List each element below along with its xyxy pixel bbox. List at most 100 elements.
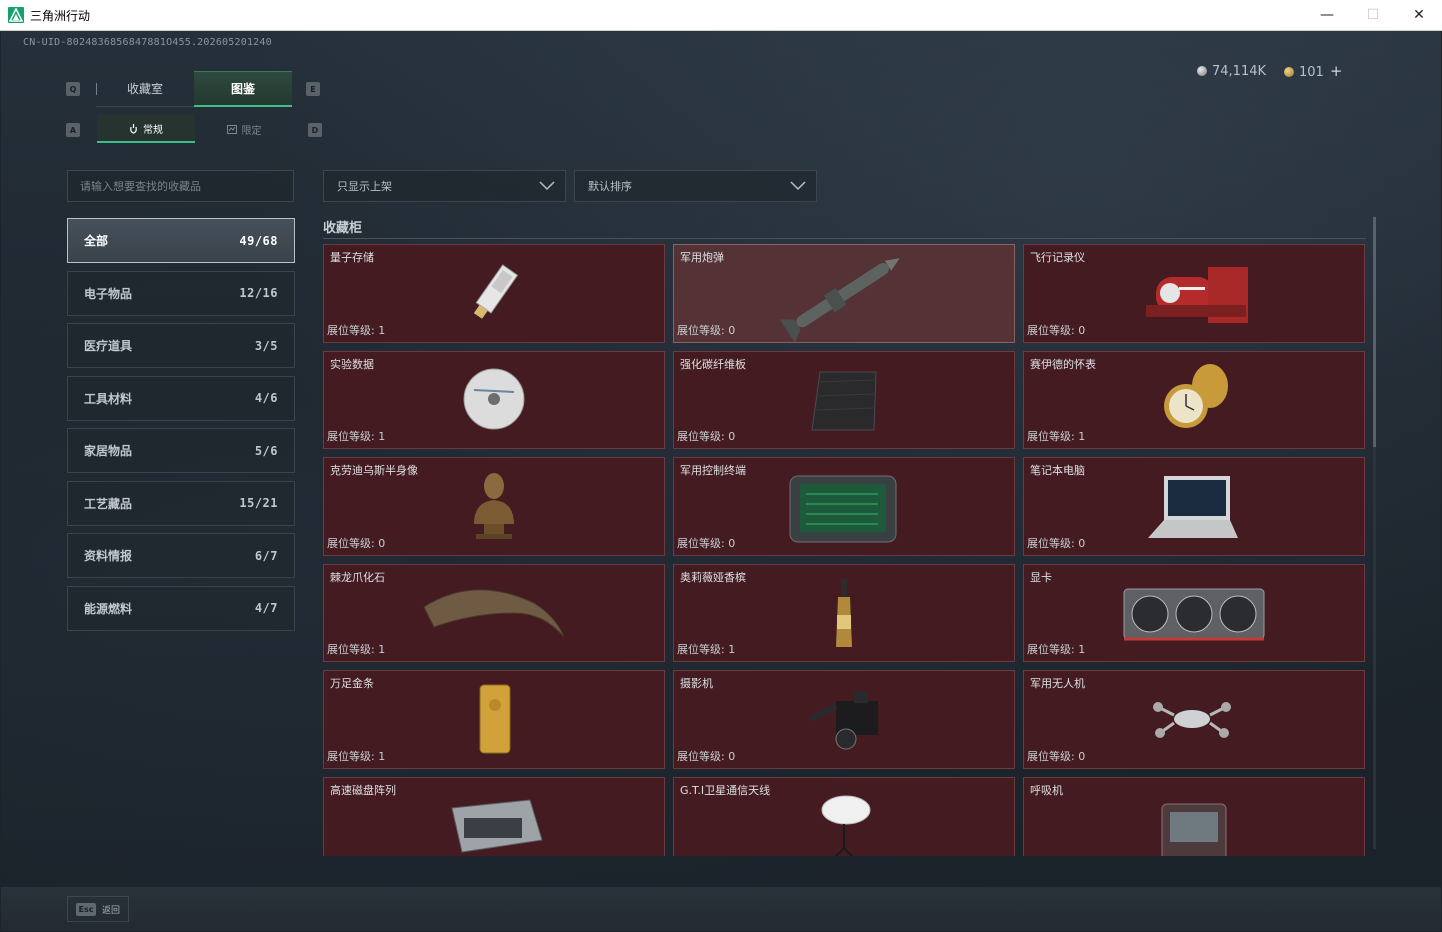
item-level: 展位等级: 0 [327,536,386,550]
tab-collection-room[interactable]: 收藏室 [96,71,194,107]
subtab-regular-label: 常规 [143,124,163,136]
sort-value: 默认排序 [588,180,632,193]
item-level: 展位等级: 1 [1027,643,1086,656]
minimize-button[interactable]: — [1304,0,1350,30]
key-hint-q: Q [66,82,80,96]
collection-card[interactable]: 棘龙爪化石 展位等级: 1 [323,563,665,662]
category-energy[interactable]: 能源燃料 4/7 [67,585,295,631]
section-title: 收藏柜 [323,221,363,236]
player-uid: CN-UID-8024836856847881O455.202605201240 [23,37,272,48]
key-hint-a: A [66,123,80,137]
item-name: 量子存储 [330,251,374,264]
collection-card[interactable]: 强化碳纤维板 展位等级: 0 [673,350,1015,449]
item-name: 实验数据 [330,357,374,371]
sub-tabs: 常规 限定 [97,115,293,143]
back-button[interactable]: Esc 返回 [67,896,129,922]
item-level: 展位等级: 1 [327,749,386,763]
subtab-limited[interactable]: 限定 [195,115,293,143]
item-level: 展位等级: 1 [327,430,386,443]
window-titlebar: 三角洲行动 — ☐ ✕ [0,0,1442,31]
display-filter-dropdown[interactable]: 只显示上架 [323,170,566,202]
gold-currency[interactable]: 101 + [1284,62,1342,80]
silver-coin-icon [1197,65,1207,76]
item-level: 展位等级: 1 [327,643,386,656]
collection-card[interactable]: 飞行记录仪 展位等级: 0 [1023,244,1365,343]
category-tools[interactable]: 工具材料 4/6 [67,375,295,421]
item-level: 展位等级: 1 [1027,430,1086,443]
silver-amount: 74,114K [1212,63,1267,79]
subtab-regular[interactable]: 常规 [97,115,195,143]
category-label: 家居物品 [84,444,133,458]
item-name: 万足金条 [330,677,374,690]
item-name: G.T.I卫星通信天线 [680,783,771,797]
collection-card[interactable]: 万足金条 展位等级: 1 [323,670,665,769]
category-all[interactable]: 全部 49/68 [67,218,295,263]
grid-scrollbar[interactable] [1373,217,1376,849]
item-name: 强化碳纤维板 [680,357,746,371]
subtab-limited-label: 限定 [241,125,262,137]
key-hint-e: E [306,82,320,96]
item-name: 摄影机 [680,677,713,690]
bottom-bar: Esc 返回 [1,887,1441,931]
add-currency-button[interactable]: + [1330,62,1343,80]
close-button[interactable]: ✕ [1396,0,1442,30]
item-level: 展位等级: 1 [677,643,736,656]
item-level: 展位等级: 0 [677,749,736,763]
collection-card[interactable]: 军用炮弹 展位等级: 0 [673,244,1015,343]
item-level: 展位等级: 0 [677,536,736,550]
category-count: 15/21 [239,496,278,510]
collection-card[interactable]: 克劳迪乌斯半身像 展位等级: 0 [323,457,665,556]
category-intel[interactable]: 资料情报 6/7 [67,533,295,578]
item-level: 展位等级: 1 [327,323,386,337]
category-count: 4/6 [254,391,278,405]
display-filter-value: 只显示上架 [337,180,392,193]
item-name: 奥莉薇娅香槟 [680,570,746,584]
item-name: 克劳迪乌斯半身像 [330,464,418,477]
maximize-button[interactable]: ☐ [1350,0,1396,30]
app-logo-icon [8,7,24,23]
main-tabs: 收藏室 图鉴 [96,71,292,107]
collection-card[interactable]: 高速磁盘阵列 [323,776,665,856]
item-level: 展位等级: 0 [1027,323,1086,337]
item-name: 飞行记录仪 [1030,251,1085,264]
collection-card[interactable]: 量子存储 展位等级: 1 [323,244,665,343]
back-label: 返回 [102,905,121,916]
category-medical[interactable]: 医疗道具 3/5 [67,323,295,368]
sort-dropdown[interactable]: 默认排序 [574,170,817,202]
collection-card[interactable]: 军用无人机 展位等级: 0 [1023,670,1365,769]
item-name: 高速磁盘阵列 [330,783,396,797]
chevron-down-icon [790,181,806,191]
collection-card[interactable]: 摄影机 展位等级: 0 [673,670,1015,769]
scrollbar-thumb[interactable] [1373,217,1376,447]
key-hint-d: D [308,123,322,137]
collection-card[interactable]: 显卡 展位等级: 1 [1023,563,1365,662]
collection-card[interactable]: 实验数据 展位等级: 1 [323,350,665,449]
category-electronics[interactable]: 电子物品 12/16 [67,270,295,316]
category-count: 4/7 [254,601,278,615]
category-crafts[interactable]: 工艺藏品 15/21 [67,480,295,526]
item-level: 展位等级: 0 [1027,749,1086,763]
category-household[interactable]: 家居物品 5/6 [67,428,295,473]
category-count: 49/68 [239,233,278,248]
item-level: 展位等级: 0 [1027,536,1086,550]
section-divider [323,238,1366,239]
item-name: 军用控制终端 [680,464,746,477]
collection-card[interactable]: 军用控制终端 展位等级: 0 [673,457,1015,556]
tab-catalog[interactable]: 图鉴 [194,71,292,107]
category-label: 能源燃料 [84,601,133,616]
collection-grid: 量子存储 展位等级: 1 军用炮弹 展位等级: 0 飞行记录仪 展位等级: 0 [323,244,1368,856]
item-name: 军用无人机 [1030,677,1085,690]
category-count: 12/16 [239,286,278,300]
collection-card[interactable]: 奥莉薇娅香槟 展位等级: 1 [673,563,1015,662]
category-label: 工具材料 [84,391,133,406]
collection-card[interactable]: 呼吸机 [1023,776,1365,856]
game-viewport: CN-UID-8024836856847881O455.202605201240… [1,31,1441,931]
category-count: 6/7 [254,548,278,563]
collection-card[interactable]: G.T.I卫星通信天线 [673,776,1015,856]
regular-icon [130,123,137,134]
search-input[interactable] [80,179,293,193]
search-box[interactable] [67,170,294,202]
collection-card[interactable]: 赛伊德的怀表 展位等级: 1 [1023,350,1365,449]
collection-card[interactable]: 笔记本电脑 展位等级: 0 [1023,457,1365,556]
esc-key-icon: Esc [76,902,96,916]
